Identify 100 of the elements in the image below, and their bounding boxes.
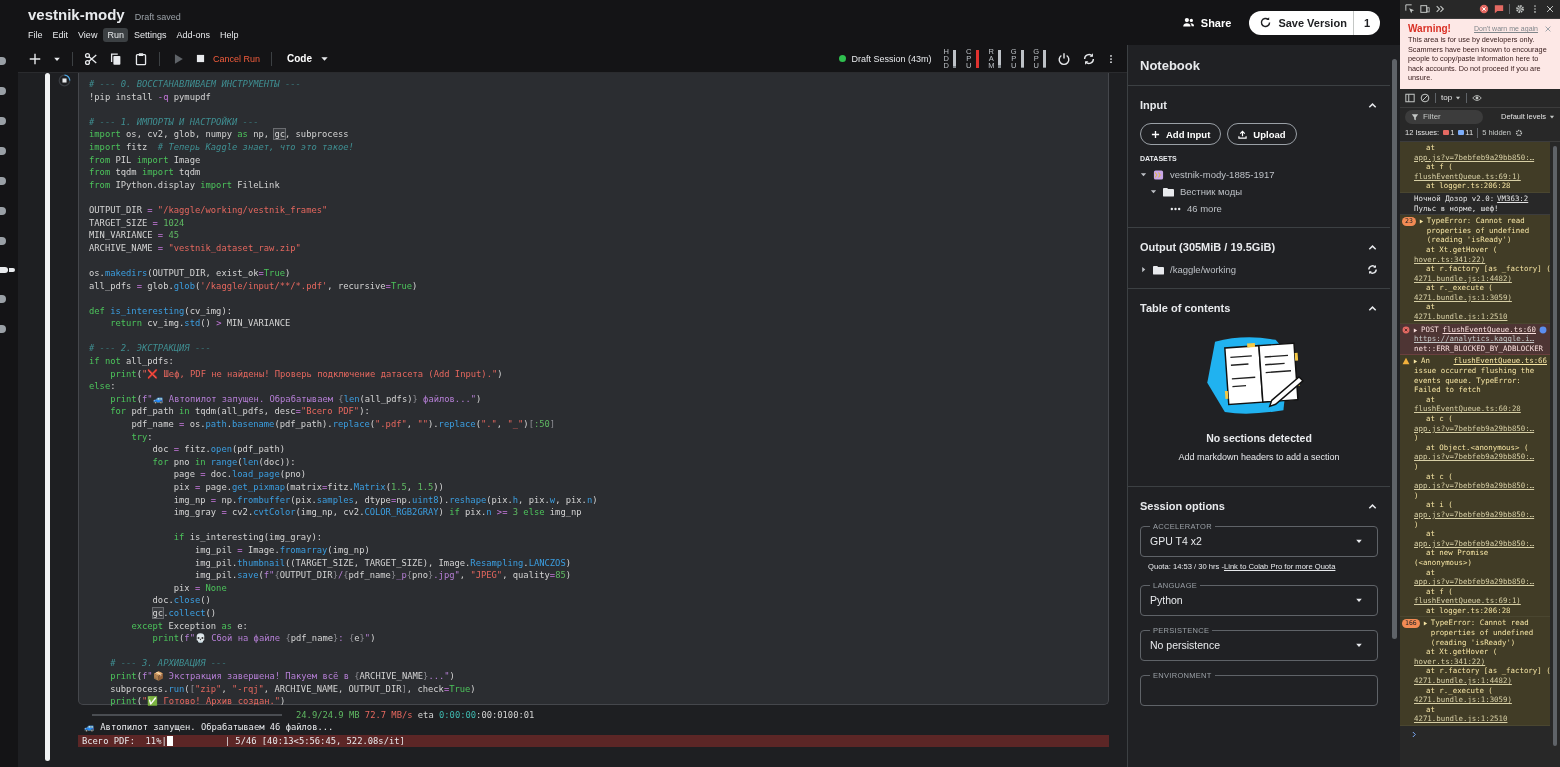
- code-line: if is_interesting(img_gray):: [172, 531, 324, 544]
- filter-field[interactable]: Filter: [1405, 109, 1483, 124]
- expand-icon[interactable]: [1413, 327, 1418, 333]
- upload-icon: [1238, 129, 1248, 139]
- error-icon: [1402, 325, 1410, 334]
- code-line: else:: [89, 380, 117, 393]
- sidebar-icon[interactable]: [0, 87, 6, 95]
- tree-item[interactable]: /kaggle/working: [1170, 264, 1236, 275]
- code-line: all_pdfs = glob.glob('/kaggle/input/**/*.pdf', recursive=True): [89, 279, 419, 293]
- menu-item[interactable]: Run: [103, 27, 128, 42]
- caret-icon: [1355, 537, 1363, 545]
- output-line: 🚙 Автопилот запущен. Обрабатываем 46 файлов...: [83, 721, 335, 733]
- close-icon[interactable]: [1545, 4, 1555, 14]
- power-icon[interactable]: [1057, 51, 1071, 66]
- code-line: try:: [130, 430, 154, 444]
- sidebar-toggle-icon[interactable]: [1405, 92, 1415, 103]
- section-title: Table of contents: [1140, 302, 1231, 314]
- settings-icon[interactable]: [1515, 4, 1525, 14]
- code-line: from tqdm import tqdm: [89, 166, 202, 179]
- more-icon[interactable]: [1107, 53, 1115, 64]
- code-line: doc.close(): [151, 594, 212, 607]
- code-line: # --- 2. ЭКСТРАКЦИЯ ---: [89, 342, 212, 356]
- scrollbar-thumb[interactable]: [1392, 59, 1397, 639]
- session-label[interactable]: Draft Session (43m): [851, 53, 932, 64]
- code-line: img_np = np.frombuffer(pix.samples, dtype=np.uint8).reshape(pix.h, pix.w, pix.n): [172, 493, 599, 507]
- code-line: def is_interesting(cv_img):: [89, 304, 233, 318]
- menu-item[interactable]: Help: [215, 27, 243, 42]
- menu-item[interactable]: View: [74, 27, 102, 42]
- error-icon[interactable]: [1479, 4, 1489, 14]
- expand-caret-icon[interactable]: [1140, 266, 1147, 273]
- code-line: doc = fitz.open(pdf_path): [151, 443, 286, 456]
- tree-item[interactable]: 46 more: [1187, 203, 1222, 214]
- cut-icon[interactable]: [84, 51, 98, 66]
- sidebar-icon[interactable]: [0, 147, 6, 155]
- menu-item[interactable]: Edit: [48, 27, 73, 42]
- device-icon[interactable]: [1420, 4, 1430, 14]
- folder-icon: [1163, 186, 1174, 197]
- warning-title: Warning!: [1408, 23, 1451, 34]
- caret-icon: [1355, 596, 1363, 604]
- inspect-icon[interactable]: [1405, 4, 1415, 14]
- code-line: page = doc.load_page(pno): [172, 468, 308, 481]
- expand-caret-icon[interactable]: [1140, 171, 1147, 178]
- share-button[interactable]: Share: [1173, 10, 1240, 35]
- sidebar-icon[interactable]: [0, 207, 6, 215]
- code-line: from PIL import Image: [89, 153, 202, 167]
- sidebar-icon[interactable]: [0, 117, 6, 125]
- notebook-title[interactable]: vestnik-mody: [28, 5, 125, 23]
- warning-icon: [1402, 357, 1410, 366]
- copy-icon[interactable]: [109, 51, 123, 66]
- paste-icon[interactable]: [134, 51, 148, 66]
- prompt-icon[interactable]: [1412, 731, 1417, 738]
- context-dropdown[interactable]: top: [1441, 93, 1462, 103]
- section-title: Session options: [1140, 500, 1225, 512]
- progress-label: Всего PDF: 11%|: [82, 735, 167, 747]
- sidebar-icon[interactable]: [0, 177, 6, 185]
- expand-caret-icon[interactable]: [1150, 188, 1157, 195]
- tree-item[interactable]: Вестник моды: [1180, 186, 1243, 197]
- message-icon[interactable]: [1494, 4, 1504, 14]
- code-line: if not all_pdfs:: [89, 355, 175, 368]
- running-status-icon[interactable]: [57, 74, 71, 87]
- sidebar-icon[interactable]: [0, 237, 6, 245]
- sidebar-icon[interactable]: [0, 295, 6, 303]
- add-icon[interactable]: [28, 51, 42, 66]
- cell-type-dropdown[interactable]: Code: [283, 53, 334, 64]
- code-line: import fitz # Теперь Kaggle знает, что это такое!: [89, 140, 355, 154]
- cancel-run-button[interactable]: Cancel Run: [196, 53, 261, 64]
- output-line: 24.9/24.9 MB 72.7 MB/s eta 0:00:00:00:0100:01: [296, 709, 535, 721]
- clear-console-icon[interactable]: [1420, 92, 1430, 103]
- code-line: subprocess.run(["zip", "-rqj", ARCHIVE_NAME, OUTPUT_DIR], check=True): [109, 682, 477, 696]
- menu-item[interactable]: Settings: [129, 27, 171, 42]
- code-editor[interactable]: [78, 73, 1109, 705]
- sidebar-icon[interactable]: [0, 57, 6, 65]
- tree-item[interactable]: vestnik-mody-1885-1917: [1170, 169, 1275, 180]
- refresh-icon[interactable]: [1367, 264, 1378, 275]
- save-version-button[interactable]: Save Version 1: [1249, 10, 1380, 35]
- scrollbar-thumb[interactable]: [1553, 146, 1557, 746]
- code-line: TARGET_SIZE = 1024: [89, 216, 186, 230]
- refresh-icon[interactable]: [1082, 51, 1096, 66]
- code-line: except Exception as e:: [130, 619, 249, 633]
- code-line: MIN_VARIANCE = 45: [89, 229, 181, 242]
- code-line: print(f"💀 Сбой на файле {pdf_name}: {e}"): [151, 632, 377, 645]
- menu-item[interactable]: Add-ons: [172, 27, 214, 42]
- code-line: from IPython.display import FileLink: [89, 178, 281, 192]
- code-line: # --- 0. ВОССТАНАВЛИВАЕМ ИНСТРУМЕНТЫ ---: [89, 78, 302, 91]
- code-line: print(f"📦 Экстракция завершена! Пакуем всё в {ARCHIVE_NAME}..."): [109, 669, 456, 683]
- code-line: print("✅ Готово! Архив создан."): [109, 695, 287, 708]
- code-line: print("❌ Шеф, PDF не найдены! Проверь подключение датасета (Add Input)."): [109, 367, 504, 381]
- expand-icon[interactable]: [1422, 621, 1428, 627]
- code-line: img_pil = Image.fromarray(img_np): [193, 543, 371, 557]
- menu-item[interactable]: File: [24, 27, 47, 42]
- code-line: img_gray = cv2.cvtColor(img_np, cv2.COLOR_RGB2GRAY) if pix.n >= 3 else img_np: [172, 506, 583, 519]
- settings-icon[interactable]: [1514, 128, 1523, 137]
- eye-icon[interactable]: [1472, 92, 1483, 103]
- expand-icon[interactable]: [1418, 219, 1424, 225]
- code-line: pdf_name = os.path.basename(pdf_path).replace(".pdf", "").replace(".", "_")[:50]: [130, 418, 557, 431]
- more-tabs-icon[interactable]: [1435, 4, 1445, 14]
- code-line: pix = page.get_pixmap(matrix=fitz.Matrix(1.5, 1.5)): [172, 481, 445, 494]
- expand-icon[interactable]: [1413, 359, 1418, 365]
- sidebar-icon[interactable]: [0, 325, 6, 333]
- code-line: import os, cv2, glob, numpy as np, gc, subprocess: [89, 128, 350, 141]
